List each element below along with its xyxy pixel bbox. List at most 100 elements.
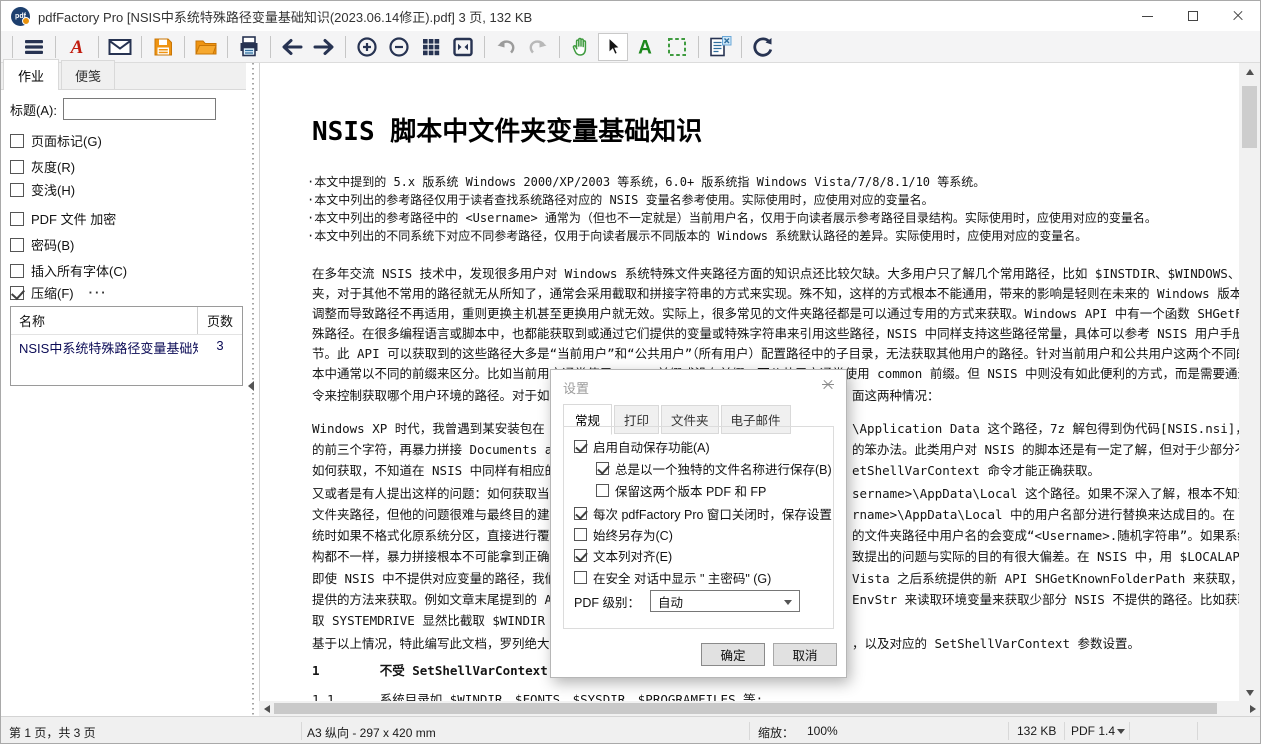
pdf-version[interactable]: PDF 1.4 <box>1071 724 1115 738</box>
delete-page-icon <box>710 35 732 56</box>
email-icon <box>108 38 132 55</box>
checkbox-grayscale[interactable]: 灰度(R) <box>10 157 75 176</box>
checkbox-label: 页面标记(G) <box>31 134 102 149</box>
acrobat-button[interactable]: A <box>62 33 92 61</box>
text-tool-button[interactable]: A <box>630 33 660 61</box>
main-area: 作业 便笺 标题(A): 页面标记(G) 灰度(R) 变浅(H) PDF 文件 … <box>1 59 1260 716</box>
column-name: 名称 <box>11 307 198 334</box>
vertical-scrollbar[interactable] <box>1239 63 1260 701</box>
checkbox-label: 文本列对齐(E) <box>593 550 673 564</box>
checkbox-checked-icon <box>574 507 587 520</box>
undo-button[interactable] <box>491 33 521 61</box>
toolbar: A A <box>1 31 1260 63</box>
checkbox-password[interactable]: 密码(B) <box>10 235 74 254</box>
zoom-label: 缩放： <box>758 726 795 740</box>
thumbnails-button[interactable] <box>416 33 446 61</box>
forward-button[interactable] <box>309 33 339 61</box>
checkbox-icon <box>574 528 587 541</box>
back-button[interactable] <box>277 33 307 61</box>
sidebar-splitter[interactable] <box>246 63 259 716</box>
checkbox-checked-icon <box>574 440 587 453</box>
checkbox-page-marks[interactable]: 页面标记(G) <box>10 131 102 150</box>
fit-page-button[interactable] <box>448 33 478 61</box>
horizontal-scrollbar[interactable] <box>259 701 1260 716</box>
collapse-sidebar-icon[interactable] <box>248 381 254 391</box>
refresh-button[interactable] <box>748 33 778 61</box>
cancel-button[interactable]: 取消 <box>773 643 837 666</box>
save-button[interactable] <box>148 33 178 61</box>
checkbox-label: 压缩(F) <box>31 286 74 301</box>
checkbox-label: 在安全 对话中显示 " 主密码" (G) <box>593 572 772 586</box>
zoom-value[interactable]: 100% <box>807 724 838 738</box>
doc-bullet: ·本文中提到的 5.x 版系统 Windows 2000/XP/2003 等系统… <box>307 175 986 189</box>
statusbar-divider <box>749 722 750 740</box>
redo-button[interactable] <box>523 33 553 61</box>
statusbar: 第 1 页，共 3 页 A3 纵向 - 297 x 420 mm 缩放： 100… <box>1 716 1260 743</box>
job-list-row[interactable]: NSIS中系统特殊路径变量基础知... 3 <box>11 335 242 360</box>
scroll-right-button[interactable] <box>1245 701 1260 716</box>
job-list[interactable]: 名称 页数 NSIS中系统特殊路径变量基础知... 3 <box>10 306 243 386</box>
checkbox-label: 变浅(H) <box>31 183 76 198</box>
maximize-icon <box>1187 11 1198 21</box>
checkbox-embed-fonts[interactable]: 插入所有字体(C) <box>10 261 127 280</box>
sidebar-tabs: 作业 便笺 <box>1 59 246 90</box>
hand-tool-button[interactable] <box>566 33 596 61</box>
ok-button[interactable]: 确定 <box>701 643 765 666</box>
checkbox-compress[interactable]: 压缩(F) ··· <box>10 283 108 302</box>
checkbox-keep-both-versions[interactable]: 保留这两个版本 PDF 和 FP <box>596 481 766 500</box>
horizontal-scroll-thumb[interactable] <box>274 703 1217 714</box>
dialog-close-button[interactable] <box>822 379 834 391</box>
pdf-version-dropdown-icon[interactable] <box>1117 729 1125 734</box>
document-page[interactable]: NSIS 脚本中文件夹变量基础知识 ·本文中提到的 5.x 版系统 Window… <box>259 63 1239 701</box>
doc-bullet: ·本文中列出的参考路径仅用于读者查找系统路径对应的 NSIS 变量名参考使用。实… <box>307 193 934 207</box>
hand-icon <box>572 37 587 56</box>
checkbox-text-column-align[interactable]: 文本列对齐(E) <box>574 546 672 565</box>
job-pages: 3 <box>216 338 224 353</box>
doc-line: 1.1 系统目录如 $WINDIR、$FONTS、$SYSDIR、$PROGRA… <box>312 692 764 701</box>
checkbox-show-master-password[interactable]: 在安全 对话中显示 " 主密码" (G) <box>574 568 771 587</box>
vertical-scroll-thumb[interactable] <box>1242 86 1257 148</box>
zoom-in-button[interactable] <box>352 33 382 61</box>
thumbnails-grid-icon <box>423 38 440 55</box>
delete-page-button[interactable] <box>705 33 735 61</box>
zoom-out-button[interactable] <box>384 33 414 61</box>
checkbox-label: 插入所有字体(C) <box>31 264 128 279</box>
checkbox-always-save-as[interactable]: 始终另存为(C) <box>574 525 673 544</box>
select-tool-button[interactable] <box>598 32 628 61</box>
checkbox-lighten[interactable]: 变浅(H) <box>10 180 75 199</box>
tab-job[interactable]: 作业 <box>3 59 60 90</box>
open-button[interactable] <box>191 33 221 61</box>
chevron-up-icon <box>1245 68 1254 75</box>
svg-text:A: A <box>70 37 84 58</box>
checkbox-icon <box>10 133 24 148</box>
checkbox-unique-name[interactable]: 总是以一个独特的文件名称进行保存(B) <box>596 459 832 478</box>
job-list-header: 名称 页数 <box>11 307 242 335</box>
scroll-down-button[interactable] <box>1239 684 1260 701</box>
checkbox-pdf-encrypt[interactable]: PDF 文件 加密 <box>10 209 116 228</box>
checkbox-save-settings-on-close[interactable]: 每次 pdfFactory Pro 窗口关闭时，保存设置 <box>574 504 832 523</box>
undo-icon <box>497 39 515 53</box>
page-indicator: 第 1 页，共 3 页 <box>9 726 96 740</box>
scroll-left-button[interactable] <box>259 701 274 716</box>
title-input[interactable] <box>62 98 216 120</box>
scroll-up-button[interactable] <box>1239 63 1260 80</box>
pdf-level-row: PDF 级别： 自动 <box>574 590 800 612</box>
settings-dialog: 设置 常规 打印 文件夹 电子邮件 启用自动保存功能(A) 总是以一个独特的文件… <box>550 369 847 678</box>
snapshot-tool-button[interactable] <box>662 33 692 61</box>
statusbar-divider <box>1064 722 1065 740</box>
pdf-level-select[interactable]: 自动 <box>649 590 800 612</box>
print-button[interactable] <box>234 33 264 61</box>
compress-more-button[interactable]: ··· <box>89 285 108 300</box>
pdf-level-value: 自动 <box>657 595 683 610</box>
svg-text:A: A <box>638 37 652 58</box>
close-button[interactable] <box>1215 1 1260 31</box>
minimize-button[interactable] <box>1125 1 1170 31</box>
file-size: 132 KB <box>1017 724 1057 738</box>
maximize-button[interactable] <box>1170 1 1215 31</box>
app-window: pdf pdfFactory Pro [NSIS中系统特殊路径变量基础知识(20… <box>0 0 1261 744</box>
checkbox-autosave[interactable]: 启用自动保存功能(A) <box>574 437 710 456</box>
tab-notes[interactable]: 便笺 <box>61 60 116 89</box>
menu-button[interactable] <box>19 33 49 61</box>
email-button[interactable] <box>105 33 135 61</box>
doc-line: 节。此 API 可以获取到的这些路径大多是“当前用户”和“公共用户”（所有用户）… <box>312 346 1239 361</box>
